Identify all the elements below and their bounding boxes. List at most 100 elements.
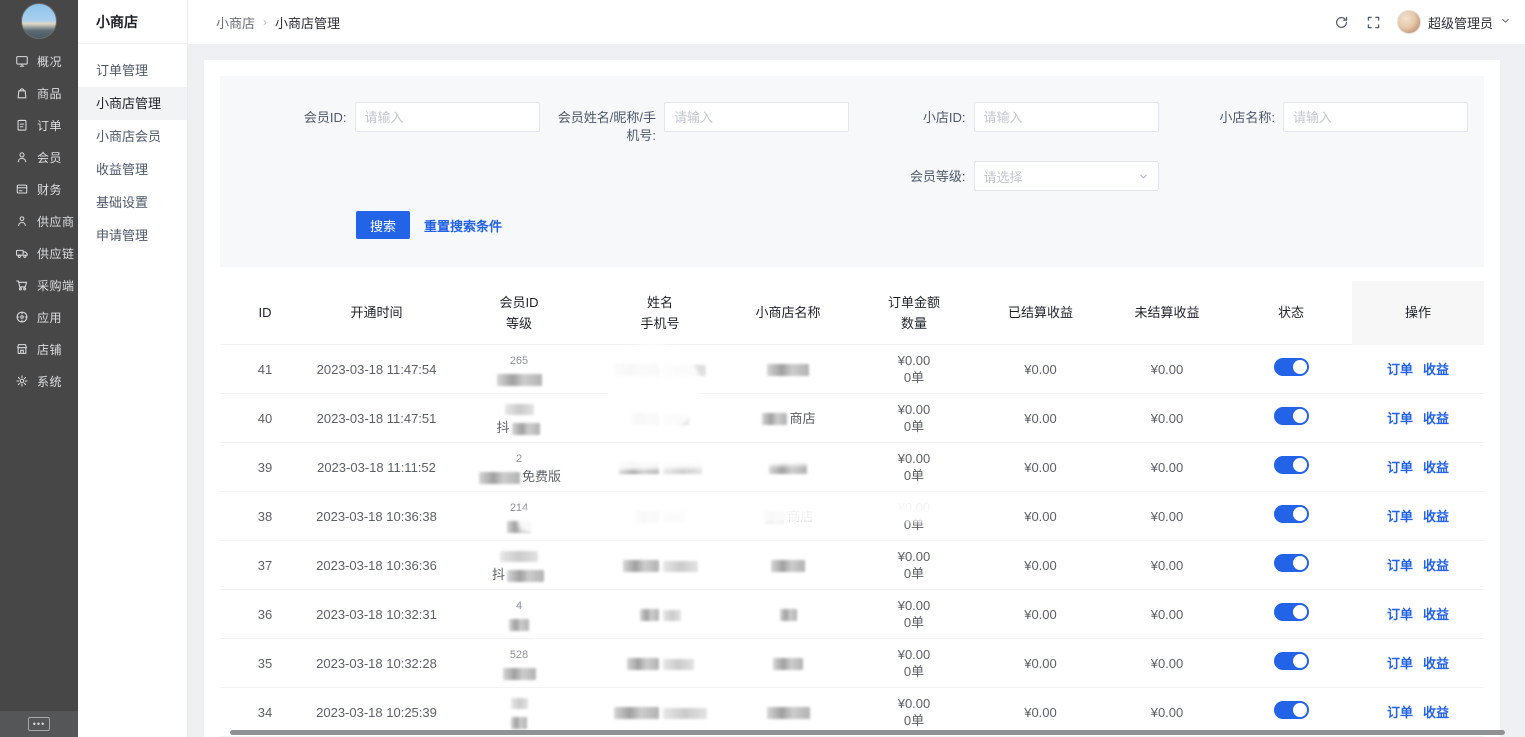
earnings-link[interactable]: 收益: [1423, 508, 1449, 525]
user-menu[interactable]: 超级管理员: [1397, 10, 1511, 34]
cell-member-id-level: 抖: [443, 400, 595, 436]
status-toggle[interactable]: [1274, 505, 1309, 523]
redacted-block: [663, 365, 706, 376]
column-header-id: ID: [220, 302, 310, 323]
sidebar-item-label: 应用: [37, 309, 62, 326]
submenu-item-order-management[interactable]: 订单管理: [78, 54, 187, 87]
column-header-member-id-level: 会员ID等级: [443, 292, 595, 334]
fullscreen-icon[interactable]: [1365, 13, 1383, 31]
search-button[interactable]: 搜索: [356, 211, 410, 239]
status-toggle[interactable]: [1274, 701, 1309, 719]
order-link[interactable]: 订单: [1387, 508, 1413, 525]
primary-nav: 概况 商品 订单 会员 财务 供应商: [0, 45, 78, 397]
cell-shop-name: 商店: [725, 508, 851, 525]
status-toggle[interactable]: [1274, 554, 1309, 572]
sidebar-item-members[interactable]: 会员: [0, 141, 78, 173]
sidebar-item-supplier[interactable]: 供应商: [0, 205, 78, 237]
earnings-link[interactable]: 收益: [1423, 704, 1449, 721]
horizontal-scrollbar[interactable]: [230, 730, 1505, 735]
member-id-input[interactable]: [355, 102, 540, 132]
cell-settled: ¥0.00: [977, 655, 1104, 672]
truck-icon: [14, 246, 29, 261]
redacted-block: [767, 707, 810, 719]
reset-filters-link[interactable]: 重置搜索条件: [424, 216, 502, 235]
sidebar-item-label: 商品: [37, 85, 62, 102]
cell-member-id-level: 2 免费版: [443, 449, 595, 485]
submenu-item-shop-management[interactable]: 小商店管理: [78, 87, 187, 120]
status-toggle[interactable]: [1274, 652, 1309, 670]
submenu-item-application-management[interactable]: 申请管理: [78, 219, 187, 252]
earnings-link[interactable]: 收益: [1423, 459, 1449, 476]
earnings-link[interactable]: 收益: [1423, 361, 1449, 378]
cell-id: 34: [220, 704, 310, 721]
submenu-item-shop-members[interactable]: 小商店会员: [78, 120, 187, 153]
shop-id-input[interactable]: [974, 102, 1159, 132]
cell-shop-name: [725, 606, 851, 623]
member-name-input[interactable]: [664, 102, 849, 132]
clipboard-icon: [14, 118, 29, 133]
app-logo[interactable]: [21, 3, 57, 39]
earnings-link[interactable]: 收益: [1423, 557, 1449, 574]
cell-status: [1230, 358, 1352, 380]
sidebar-item-orders[interactable]: 订单: [0, 109, 78, 141]
cell-id: 36: [220, 606, 310, 623]
filter-panel: 会员ID: 会员姓名/昵称/手机号: 小店ID: 小店名称:: [220, 76, 1484, 267]
cell-name-phone: [595, 361, 725, 378]
order-count: 0单: [851, 712, 977, 729]
sidebar-item-goods[interactable]: 商品: [0, 77, 78, 109]
cell-actions: 订单 收益: [1352, 410, 1484, 427]
member-id-fragment: 265: [510, 355, 528, 367]
redacted-block: [511, 698, 528, 709]
cell-member-id-level: 528: [443, 645, 595, 681]
earnings-link[interactable]: 收益: [1423, 655, 1449, 672]
breadcrumb-separator-icon: ›: [263, 15, 267, 29]
cell-unsettled: ¥0.00: [1104, 459, 1230, 476]
breadcrumb-root[interactable]: 小商店: [216, 13, 255, 32]
cell-status: [1230, 652, 1352, 674]
submenu-item-basic-settings[interactable]: 基础设置: [78, 186, 187, 219]
cell-name-phone: [595, 606, 725, 623]
order-link[interactable]: 订单: [1387, 655, 1413, 672]
order-count: 0单: [851, 369, 977, 386]
shop-name-input[interactable]: [1283, 102, 1468, 132]
redacted-block: [505, 404, 534, 415]
order-link[interactable]: 订单: [1387, 557, 1413, 574]
sidebar-item-apps[interactable]: 应用: [0, 301, 78, 333]
refresh-icon[interactable]: [1333, 13, 1351, 31]
redacted-block: [663, 659, 694, 670]
status-toggle[interactable]: [1274, 407, 1309, 425]
order-amount: ¥0.00: [851, 597, 977, 614]
sidebar-item-finance[interactable]: 财务: [0, 173, 78, 205]
earnings-link[interactable]: 收益: [1423, 606, 1449, 623]
status-toggle[interactable]: [1274, 358, 1309, 376]
sidebar-item-label: 会员: [37, 149, 62, 166]
sidebar-item-overview[interactable]: 概况: [0, 45, 78, 77]
submenu-item-earnings-management[interactable]: 收益管理: [78, 153, 187, 186]
redacted-block: [503, 668, 536, 680]
redacted-block: [663, 414, 689, 425]
order-link[interactable]: 订单: [1387, 606, 1413, 623]
member-level-select[interactable]: 请选择: [974, 161, 1159, 191]
sidebar-item-store[interactable]: 店铺: [0, 333, 78, 365]
redacted-block: [507, 570, 544, 582]
shop-name-fragment: 商店: [789, 411, 815, 426]
submenu-list: 订单管理 小商店管理 小商店会员 收益管理 基础设置 申请管理: [78, 44, 187, 252]
redacted-block: [614, 707, 659, 719]
status-toggle[interactable]: [1274, 456, 1309, 474]
cell-order-amount: ¥0.00 0单: [851, 646, 977, 680]
status-toggle[interactable]: [1274, 603, 1309, 621]
order-link[interactable]: 订单: [1387, 459, 1413, 476]
order-link[interactable]: 订单: [1387, 410, 1413, 427]
sidebar-collapse-button[interactable]: •••: [0, 711, 78, 737]
order-link[interactable]: 订单: [1387, 704, 1413, 721]
cell-name-phone: [595, 655, 725, 672]
sidebar-item-supply-chain[interactable]: 供应链: [0, 237, 78, 269]
earnings-link[interactable]: 收益: [1423, 410, 1449, 427]
cell-opened-time: 2023-03-18 10:32:31: [310, 606, 443, 623]
cell-order-amount: ¥0.00 0单: [851, 352, 977, 386]
sidebar-item-procurement[interactable]: 采购端: [0, 269, 78, 301]
sidebar-item-label: 财务: [37, 181, 62, 198]
member-id-fragment: 214: [510, 502, 528, 514]
order-link[interactable]: 订单: [1387, 361, 1413, 378]
sidebar-item-system[interactable]: 系统: [0, 365, 78, 397]
